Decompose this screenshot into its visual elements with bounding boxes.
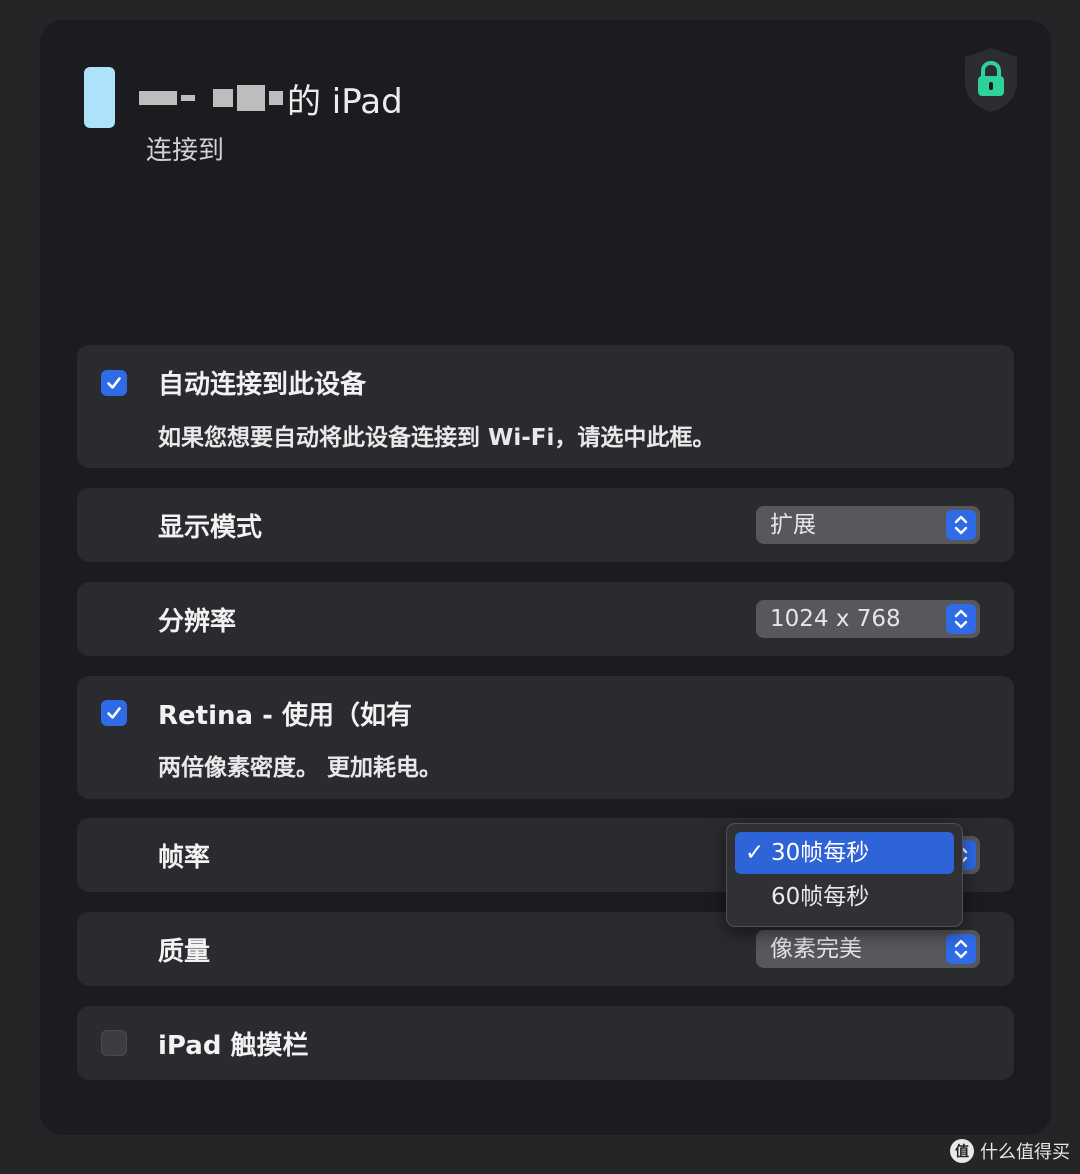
- auto-connect-description: 如果您想要自动将此设备连接到 Wi-Fi，请选中此框。: [158, 425, 716, 451]
- checkmark-icon: [107, 707, 121, 719]
- retina-description: 两倍像素密度。 更加耗电。: [158, 755, 443, 781]
- resolution-value: 1024 x 768: [770, 606, 901, 632]
- chevron-up-down-icon: [946, 510, 976, 540]
- quality-value: 像素完美: [770, 936, 862, 962]
- lock-icon: [961, 46, 1021, 114]
- connection-status: 连接到: [146, 136, 225, 166]
- retina-checkbox[interactable]: [101, 700, 127, 726]
- chevron-up-down-icon: [946, 604, 976, 634]
- checkmark-icon: ✓: [745, 840, 765, 866]
- chevron-up-down-icon: [946, 934, 976, 964]
- display-mode-label: 显示模式: [158, 513, 263, 543]
- touch-bar-label: iPad 触摸栏: [158, 1031, 309, 1061]
- frame-rate-dropdown-menu: ✓ 30帧每秒 60帧每秒: [726, 823, 963, 927]
- device-name: 的 iPad: [139, 74, 403, 122]
- retina-label: Retina - 使用（如有: [158, 701, 412, 731]
- resolution-select[interactable]: 1024 x 768: [756, 600, 980, 638]
- redacted-name-block: [139, 85, 283, 111]
- resolution-label: 分辨率: [158, 607, 237, 637]
- frame-rate-label: 帧率: [158, 843, 211, 873]
- watermark: 值 什么值得买: [950, 1137, 1070, 1165]
- watermark-logo-icon: 值: [950, 1139, 974, 1163]
- display-mode-value: 扩展: [770, 512, 816, 538]
- quality-label: 质量: [158, 937, 211, 967]
- ipad-device-icon: [84, 67, 115, 128]
- touch-bar-checkbox[interactable]: [101, 1030, 127, 1056]
- display-mode-select[interactable]: 扩展: [756, 506, 980, 544]
- frame-rate-option-60[interactable]: 60帧每秒: [735, 876, 954, 918]
- auto-connect-label: 自动连接到此设备: [158, 370, 367, 400]
- quality-select[interactable]: 像素完美: [756, 930, 980, 968]
- checkmark-icon: [107, 377, 121, 389]
- frame-rate-option-30[interactable]: ✓ 30帧每秒: [735, 832, 954, 874]
- watermark-text: 什么值得买: [980, 1142, 1070, 1163]
- auto-connect-checkbox[interactable]: [101, 370, 127, 396]
- device-name-text: 的 iPad: [287, 81, 403, 122]
